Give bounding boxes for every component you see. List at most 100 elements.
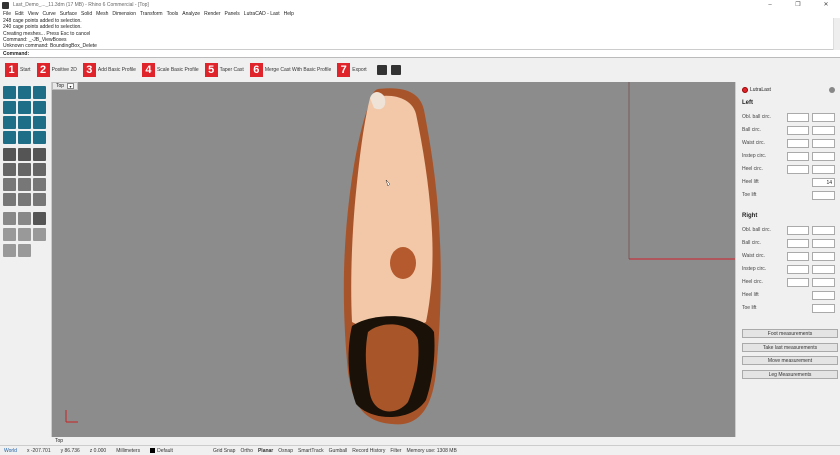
refresh-icon[interactable] [18, 163, 31, 176]
leg-measurements-button[interactable]: Leg Measurements [742, 370, 838, 379]
section-icon[interactable] [18, 178, 31, 191]
toggle-osnap[interactable]: Osnap [278, 448, 293, 454]
cube-icon[interactable] [3, 116, 16, 129]
exit-icon[interactable] [390, 65, 401, 75]
menu-panels[interactable]: Panels [225, 11, 240, 17]
foot-measurements-button[interactable]: Foot measurements [742, 329, 838, 338]
menu-curve[interactable]: Curve [42, 11, 55, 17]
measure-input-a[interactable] [786, 112, 810, 122]
foot-top-icon[interactable] [33, 86, 46, 99]
toe-icon[interactable] [18, 193, 31, 206]
curve-icon[interactable] [33, 193, 46, 206]
foot-side-icon[interactable] [18, 86, 31, 99]
cplane-label[interactable]: World [4, 448, 17, 454]
measure-input-a[interactable] [786, 164, 810, 174]
menu-edit[interactable]: Edit [15, 11, 24, 17]
heel-icon[interactable] [3, 193, 16, 206]
layer-selector[interactable]: Default [150, 448, 173, 454]
maximize-button[interactable]: ❐ [784, 0, 812, 10]
measure-input-a[interactable] [786, 238, 810, 248]
measure-input-b[interactable] [812, 138, 835, 148]
measure-input-a[interactable] [786, 138, 810, 148]
menu-render[interactable]: Render [204, 11, 220, 17]
toggle-grid-snap[interactable]: Grid Snap [213, 448, 236, 454]
panel-close-icon[interactable] [829, 87, 835, 93]
measure-input-b[interactable] [812, 151, 835, 161]
profile-icon[interactable] [3, 178, 16, 191]
sole-right-icon[interactable] [33, 131, 46, 144]
rotate-icon[interactable] [3, 148, 16, 161]
measure-input-b[interactable] [812, 225, 835, 235]
last-bottom-icon[interactable] [18, 101, 31, 114]
menu-file[interactable]: File [3, 11, 11, 17]
foot-scan-icon[interactable] [3, 86, 16, 99]
shield-icon[interactable] [33, 228, 46, 241]
step-taper-cast-button[interactable]: 5 Taper Cast [204, 63, 244, 77]
wave-icon[interactable] [3, 228, 16, 241]
measure-input-b[interactable] [812, 264, 835, 274]
last-top-icon[interactable] [33, 101, 46, 114]
measure-input-a[interactable] [786, 251, 810, 261]
menu-dimension[interactable]: Dimension [112, 11, 136, 17]
measure-input-b[interactable] [812, 303, 835, 313]
step-export-button[interactable]: 7 Export [337, 63, 367, 77]
toggle-record-history[interactable]: Record History [352, 448, 385, 454]
measure-input-b[interactable] [812, 277, 835, 287]
scatter-icon[interactable] [18, 244, 31, 257]
toggle-gumball[interactable]: Gumball [329, 448, 348, 454]
viewport-bottom-tab[interactable]: Top [52, 437, 735, 445]
step-scale-basic-profile-button[interactable]: 4 Scale Basic Profile [141, 63, 199, 77]
toggle-ortho[interactable]: Ortho [240, 448, 253, 454]
menu-transform[interactable]: Transform [140, 11, 163, 17]
flip-icon[interactable] [18, 148, 31, 161]
points-icon[interactable] [3, 244, 16, 257]
menu-mesh[interactable]: Mesh [96, 11, 108, 17]
measure-input-b[interactable] [812, 238, 835, 248]
viewport-title-tab[interactable]: Top ▾ [52, 82, 79, 90]
image-icon[interactable] [33, 116, 46, 129]
step-positive-2d-button[interactable]: 2 Positive 2D [36, 63, 77, 77]
grid-icon[interactable] [18, 228, 31, 241]
menu-help[interactable]: Help [284, 11, 294, 17]
scale-icon[interactable] [33, 163, 46, 176]
top-viewport[interactable]: Top ▾ [52, 82, 735, 437]
take-last-measurements-button[interactable]: Take last measurements [742, 343, 838, 352]
measure-input-b[interactable] [812, 112, 835, 122]
close-window-button[interactable]: ✕ [812, 0, 840, 10]
menu-analyze[interactable]: Analyze [182, 11, 200, 17]
measure-input-b[interactable] [812, 290, 835, 300]
circle-icon[interactable] [18, 212, 31, 225]
toggle-smarttrack[interactable]: SmartTrack [298, 448, 324, 454]
measure-input-b[interactable] [812, 190, 835, 200]
toggle-planar[interactable]: Planar [258, 448, 273, 454]
viewport-menu-caret[interactable]: ▾ [67, 83, 75, 89]
step-merge-cast-button[interactable]: 6 Merge Cast With Basic Profile [249, 63, 331, 77]
measure-icon[interactable] [33, 178, 46, 191]
measure-input-a[interactable] [786, 151, 810, 161]
target-icon[interactable] [3, 212, 16, 225]
sole-pair-icon[interactable] [18, 131, 31, 144]
measure-input-b[interactable] [812, 125, 835, 135]
history-scrollbar[interactable] [833, 18, 840, 50]
move-measurement-button[interactable]: Move measurement [742, 356, 838, 365]
menu-tools[interactable]: Tools [167, 11, 179, 17]
save-icon[interactable] [376, 65, 387, 75]
measure-input-b[interactable] [812, 164, 835, 174]
toggle-filter[interactable]: Filter [390, 448, 401, 454]
menu-view[interactable]: View [28, 11, 39, 17]
menu-lutracad-last[interactable]: LutraCAD - Last [244, 11, 280, 17]
measure-input-a[interactable] [786, 264, 810, 274]
viewport-canvas[interactable] [52, 82, 735, 437]
minimize-button[interactable]: – [756, 0, 784, 10]
step-add-basic-profile-button[interactable]: 3 Add Basic Profile [82, 63, 136, 77]
measure-input-a[interactable] [786, 125, 810, 135]
measure-input-a[interactable] [786, 277, 810, 287]
measure-input-b[interactable]: 14 [812, 177, 835, 187]
shoe-icon[interactable] [18, 116, 31, 129]
measure-input-a[interactable] [786, 225, 810, 235]
measure-input-b[interactable] [812, 251, 835, 261]
undo-icon[interactable] [33, 212, 46, 225]
cross-icon[interactable] [33, 148, 46, 161]
sole-left-icon[interactable] [3, 131, 16, 144]
command-prompt[interactable]: Command: [0, 50, 840, 58]
